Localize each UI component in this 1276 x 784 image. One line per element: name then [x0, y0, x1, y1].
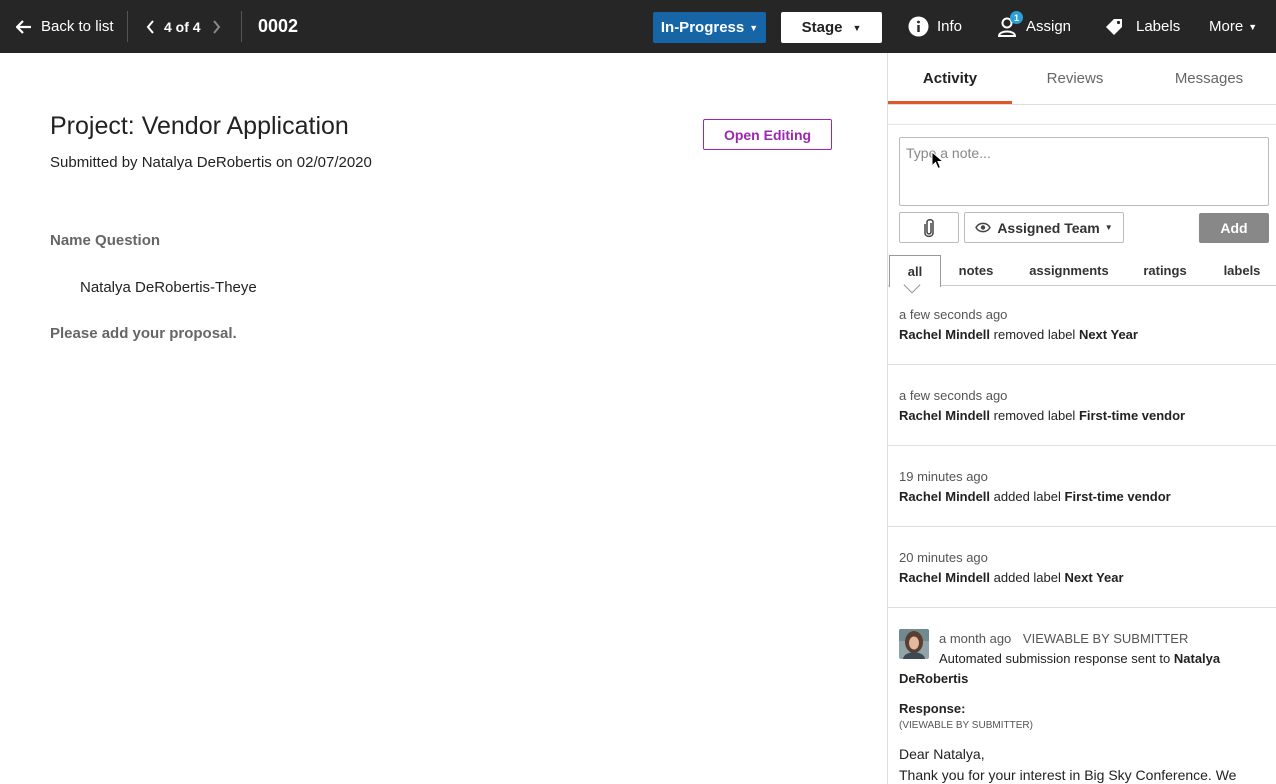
activity-user: Rachel Mindell: [899, 327, 991, 342]
chevron-right-icon: [213, 19, 221, 34]
response-body: Thank you for your interest in Big Sky C…: [899, 767, 1237, 783]
message-meta: a month ago VIEWABLE BY SUBMITTER: [939, 631, 1188, 646]
open-editing-button[interactable]: Open Editing: [703, 119, 832, 150]
labels-button[interactable]: Labels: [1104, 0, 1180, 53]
assign-button[interactable]: Assign: [998, 0, 1071, 53]
prev-record-button[interactable]: [146, 0, 155, 53]
chevron-left-icon: [146, 19, 154, 34]
record-id: 0002: [258, 16, 299, 36]
divider: [888, 526, 1276, 527]
message-recipient-rest: DeRobertis: [899, 671, 969, 686]
top-bar: Back to list 4 of 4 0002 In-Progress ▼ S…: [0, 0, 1276, 53]
visibility-label: Assigned Team: [997, 219, 1100, 236]
activity-filter-bar: all notes assignments ratings labels: [888, 255, 1276, 287]
back-to-list-button[interactable]: Back to list: [16, 0, 114, 53]
activity-target: Next Year: [1078, 327, 1138, 342]
question-label: Please add your proposal.: [50, 325, 237, 342]
mouse-cursor-icon: [931, 151, 944, 170]
assign-label: Assign: [1026, 18, 1072, 35]
activity-target: First-time vendor: [1078, 408, 1186, 423]
info-button[interactable]: Info: [908, 0, 962, 53]
question-label: Name Question: [50, 232, 161, 249]
chevron-down-icon: ▼: [1104, 223, 1113, 232]
response-label: Response:: [899, 701, 966, 716]
message-text: Automated submission response sent to: [939, 651, 1171, 666]
assign-count-badge: 1: [1010, 11, 1023, 24]
filter-labels[interactable]: labels: [1216, 255, 1268, 286]
activity-action: added label: [993, 489, 1061, 504]
activity-action: removed label: [993, 327, 1076, 342]
status-label: In-Progress: [660, 19, 745, 36]
add-note-button[interactable]: Add: [1199, 213, 1269, 243]
next-record-button[interactable]: [212, 0, 221, 53]
pager-label: 4 of 4: [164, 18, 201, 35]
divider: [888, 364, 1276, 365]
tab-activity[interactable]: Activity: [888, 53, 1012, 104]
message-time: a month ago: [939, 631, 1012, 646]
tag-icon: [1106, 18, 1122, 35]
eye-icon: [975, 222, 992, 233]
filter-ratings[interactable]: ratings: [1133, 255, 1197, 286]
response-visibility: (VIEWABLE BY SUBMITTER): [899, 720, 1033, 731]
tab-messages[interactable]: Messages: [1142, 53, 1276, 104]
arrow-left-icon: [16, 19, 31, 34]
divider: [241, 11, 242, 42]
stage-label: Stage: [801, 19, 843, 36]
activity-target: First-time vendor: [1064, 489, 1171, 504]
activity-entry: a few seconds ago Rachel Mindell removed…: [899, 388, 1269, 423]
tab-reviews[interactable]: Reviews: [1012, 53, 1138, 104]
chevron-down-icon: ▼: [852, 22, 862, 33]
avatar: [899, 629, 929, 659]
page-title: Project: Vendor Application: [50, 112, 349, 140]
submitted-by-text: Submitted by Natalya DeRobertis on 02/07…: [50, 154, 372, 171]
activity-user: Rachel Mindell: [899, 408, 991, 423]
panel-strip: [888, 105, 1276, 125]
note-input[interactable]: [899, 137, 1269, 206]
filter-notes[interactable]: notes: [950, 255, 1002, 286]
activity-action: added label: [993, 570, 1061, 585]
activity-target: Next Year: [1064, 570, 1124, 585]
filter-assignments[interactable]: assignments: [1024, 255, 1114, 286]
activity-entry: 20 minutes ago Rachel Mindell added labe…: [899, 550, 1269, 585]
activity-entry: a few seconds ago Rachel Mindell removed…: [899, 307, 1269, 342]
info-label: Info: [937, 18, 963, 35]
paperclip-icon: [924, 218, 934, 237]
info-icon: [908, 16, 929, 37]
activity-user: Rachel Mindell: [899, 570, 991, 585]
activity-panel: Activity Reviews Messages Assigned Team …: [887, 53, 1276, 784]
back-to-list-label: Back to list: [41, 18, 114, 35]
activity-action: removed label: [993, 408, 1076, 423]
message-recipient-first: Natalya: [1173, 651, 1221, 666]
question-answer: Natalya DeRobertis-Theye: [80, 279, 257, 296]
status-dropdown-button[interactable]: In-Progress ▼: [653, 12, 766, 43]
more-label: More: [1209, 18, 1244, 35]
message-visibility: VIEWABLE BY SUBMITTER: [1022, 631, 1189, 646]
activity-entry: 19 minutes ago Rachel Mindell added labe…: [899, 469, 1269, 504]
visibility-dropdown-button[interactable]: Assigned Team ▼: [964, 212, 1124, 243]
chevron-down-icon: ▼: [749, 22, 759, 33]
stage-dropdown-button[interactable]: Stage ▼: [781, 12, 882, 43]
divider: [127, 11, 128, 42]
activity-time: a few seconds ago: [899, 388, 1008, 403]
activity-time: a few seconds ago: [899, 307, 1008, 322]
chevron-down-icon: ▼: [1248, 21, 1258, 32]
activity-user: Rachel Mindell: [899, 489, 991, 504]
divider: [888, 445, 1276, 446]
activity-time: 20 minutes ago: [899, 550, 988, 565]
message-line: Automated submission response sent to Na…: [939, 651, 1220, 666]
response-greeting: Dear Natalya,: [899, 746, 985, 762]
activity-time: 19 minutes ago: [899, 469, 988, 484]
labels-label: Labels: [1136, 18, 1181, 35]
attach-file-button[interactable]: [899, 212, 959, 243]
divider: [888, 607, 1276, 608]
more-menu-button[interactable]: More ▼: [1209, 0, 1257, 53]
